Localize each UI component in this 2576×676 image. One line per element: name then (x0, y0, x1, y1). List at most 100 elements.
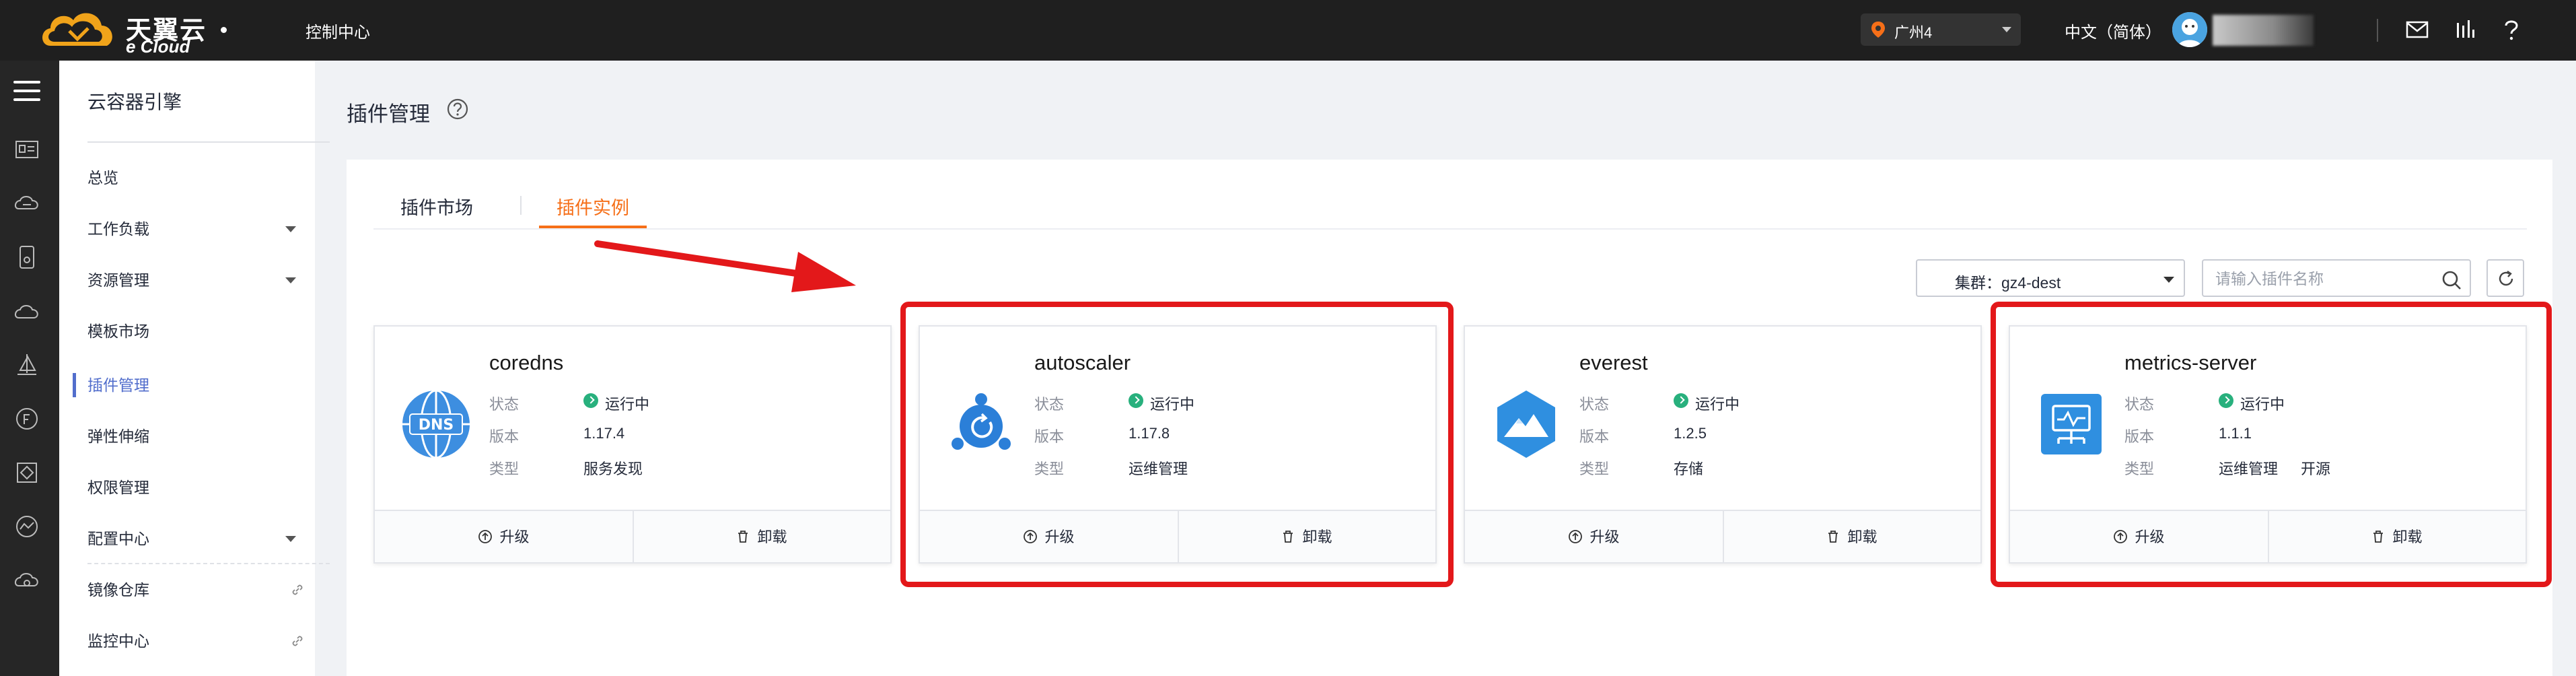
sidebar-divider (87, 141, 330, 143)
plugin-search-input[interactable] (2215, 267, 2431, 290)
page-title: 插件管理 (347, 102, 430, 126)
dns-globe-icon: DNS (402, 389, 470, 459)
sidebar-item-config-center[interactable]: 配置中心 (87, 525, 303, 552)
type-value: 服务发现 (583, 461, 643, 477)
upgrade-button[interactable]: 升级 (1465, 511, 1723, 564)
search-icon[interactable] (2440, 269, 2463, 292)
type-value: 存储 (1674, 461, 1704, 477)
upgrade-label: 升级 (499, 529, 530, 545)
help-question-icon[interactable] (2498, 16, 2525, 43)
status-running-icon (1674, 393, 1688, 408)
active-indicator (73, 373, 76, 397)
type-label: 类型 (1579, 461, 1610, 477)
help-circle-icon[interactable] (445, 97, 470, 121)
sidebar-item-workload[interactable]: 工作负载 (87, 215, 303, 242)
trash-icon (1828, 531, 1838, 543)
plugin-card-coredns: DNS coredns 状态 运行中 版本 1.17.4 类型 服务发现 升级 … (373, 325, 892, 564)
plugin-name: everest (1579, 351, 1648, 374)
sidebar-dashed-divider (87, 563, 330, 564)
region-label: 广州4 (1894, 24, 1933, 41)
svg-text:DNS: DNS (419, 417, 454, 434)
upgrade-icon (478, 530, 493, 544)
cluster-select[interactable]: 集群：gz4-dest (1916, 259, 2185, 297)
brand-dot (221, 27, 227, 33)
plugin-search-box[interactable] (2202, 259, 2471, 297)
cloud-logo-icon (42, 13, 112, 46)
version-value: 1.2.5 (1674, 425, 1707, 442)
chevron-down-icon[interactable] (285, 277, 296, 283)
chevron-down-icon[interactable] (285, 536, 296, 542)
uninstall-label: 卸载 (1847, 529, 1877, 545)
device-icon[interactable] (12, 242, 42, 272)
tab-plugin-instances[interactable]: 插件实例 (557, 193, 629, 219)
refresh-icon (2499, 271, 2513, 286)
annotation-arrow-icon (594, 240, 856, 292)
version-value: 1.17.4 (583, 425, 625, 442)
everest-mountain-icon (1497, 391, 1555, 458)
status-label: 状态 (489, 396, 520, 413)
upgrade-icon (1569, 530, 1583, 544)
annotation-highlight-metrics-server (1991, 302, 2552, 587)
card-actions: 升级 卸载 (1465, 510, 1980, 564)
avatar[interactable] (2172, 12, 2207, 47)
upgrade-button[interactable]: 升级 (375, 511, 633, 564)
uninstall-button[interactable]: 卸载 (1723, 511, 1980, 564)
annotation-highlight-autoscaler (900, 302, 1454, 587)
bar-chart-icon[interactable] (2452, 16, 2479, 43)
function-icon[interactable] (12, 404, 42, 434)
tab-plugin-market[interactable]: 插件市场 (400, 193, 473, 219)
diamond-box-icon[interactable] (12, 458, 42, 487)
monitor-chart-icon[interactable] (12, 512, 42, 541)
uninstall-label: 卸载 (757, 529, 787, 545)
tab-divider (520, 196, 522, 215)
chevron-down-icon (2163, 277, 2174, 283)
cluster-select-value: 集群：gz4-dest (1955, 274, 2061, 292)
sidebar-item-resources[interactable]: 资源管理 (87, 267, 303, 294)
sidebar-item-monitoring[interactable]: 监控中心 (87, 628, 303, 654)
sidebar-item-overview[interactable]: 总览 (87, 164, 303, 191)
sidebar-item-plugin-management[interactable]: 插件管理 (87, 372, 303, 399)
region-selector[interactable]: 广州4 (1861, 13, 2021, 46)
cloud-settings-icon[interactable] (12, 566, 42, 595)
uninstall-button[interactable]: 卸载 (633, 511, 890, 564)
username-redacted (2213, 15, 2314, 46)
status-running-icon (583, 393, 598, 408)
user-avatar-icon (2172, 12, 2207, 47)
external-link-icon[interactable] (291, 634, 304, 648)
version-label: 版本 (489, 428, 520, 445)
card-actions: 升级 卸载 (375, 510, 890, 564)
sailboat-icon[interactable] (12, 350, 42, 380)
sidebar-item-template-market[interactable]: 模板市场 (87, 318, 303, 345)
location-pin-icon (1871, 22, 1885, 38)
plugin-card-everest: everest 状态 运行中 版本 1.2.5 类型 存储 升级 卸载 (1464, 325, 1982, 564)
version-label: 版本 (1579, 428, 1610, 445)
status-value: 运行中 (1695, 396, 1740, 413)
sidebar-item-image-registry[interactable]: 镜像仓库 (87, 576, 303, 603)
topbar-divider (2377, 19, 2378, 42)
sidebar: 云容器引擎 总览 工作负载 资源管理 模板市场 插件管理 弹性伸缩 权限管理 配… (59, 61, 330, 676)
icon-rail (0, 61, 59, 676)
chevron-down-icon[interactable] (285, 226, 296, 232)
status-label: 状态 (1579, 396, 1610, 413)
top-bar: 天翼云 e Cloud 控制中心 广州4 中文（简体） (0, 0, 2576, 61)
mail-icon[interactable] (2404, 16, 2431, 43)
external-link-icon[interactable] (291, 583, 304, 597)
plugin-name: coredns (489, 351, 564, 374)
upgrade-label: 升级 (1589, 529, 1620, 545)
sidebar-item-autoscaling[interactable]: 弹性伸缩 (87, 423, 303, 450)
cloud-icon[interactable] (12, 296, 42, 326)
sidebar-item-permissions[interactable]: 权限管理 (87, 474, 303, 501)
chevron-down-icon (2002, 27, 2011, 32)
language-switcher[interactable]: 中文（简体） (2065, 19, 2161, 42)
console-link[interactable]: 控制中心 (306, 19, 370, 42)
id-card-icon[interactable] (12, 135, 42, 164)
brand-logo[interactable]: 天翼云 e Cloud (37, 5, 212, 57)
type-label: 类型 (489, 461, 520, 477)
brand-name-en: e Cloud (126, 36, 190, 57)
trash-icon (738, 531, 748, 543)
status-value: 运行中 (605, 396, 650, 413)
sidebar-title: 云容器引擎 (87, 92, 182, 112)
refresh-button[interactable] (2486, 259, 2524, 297)
cloud-sync-icon[interactable] (12, 189, 42, 218)
menu-toggle-icon[interactable] (13, 81, 40, 104)
